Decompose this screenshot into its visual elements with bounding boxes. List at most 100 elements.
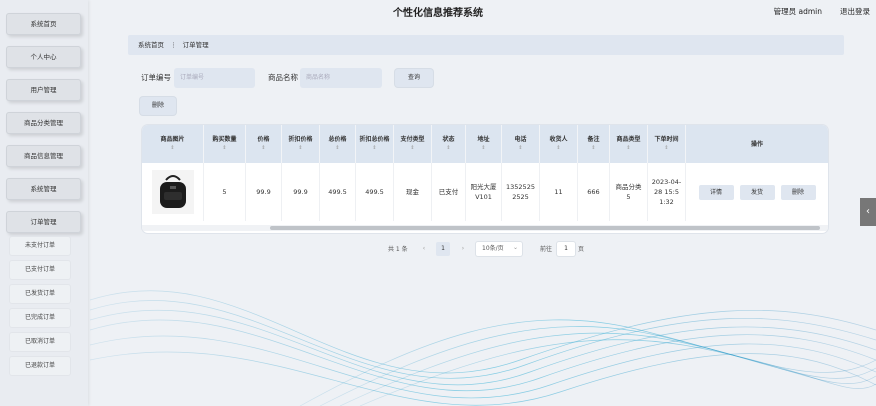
user-info: 管理员 admin: [773, 7, 822, 16]
cell-discount-price: 99.9: [282, 163, 320, 221]
sort-icon[interactable]: ⇕: [518, 144, 522, 153]
goto-label: 前往: [540, 246, 553, 253]
submenu-paid-orders[interactable]: 已支付订单: [10, 261, 70, 279]
chevron-down-icon: ⌄: [512, 244, 518, 251]
breadcrumb-home[interactable]: 系统首页: [138, 41, 164, 49]
col-header-receiver[interactable]: 收货人 ⇕: [540, 125, 578, 163]
col-header-total[interactable]: 总价格 ⇕: [320, 125, 356, 163]
cell-phone: 13525252525: [502, 163, 540, 221]
horizontal-scrollbar[interactable]: [142, 225, 828, 231]
sort-icon[interactable]: ⇕: [298, 144, 302, 153]
cell-receiver: 11: [540, 163, 578, 221]
col-label: 价格: [257, 136, 270, 143]
sort-icon[interactable]: ⇕: [446, 144, 450, 153]
page-1-button[interactable]: 1: [436, 242, 450, 256]
breadcrumb-current: 订单管理: [182, 41, 209, 49]
col-label: 操作: [750, 140, 763, 148]
sort-icon[interactable]: ⇕: [556, 144, 560, 153]
col-label: 状态: [442, 136, 455, 143]
submenu-cancelled-orders[interactable]: 已取消订单: [10, 333, 70, 351]
app-title: 个性化信息推荐系统: [393, 8, 483, 19]
product-name-input[interactable]: 商品名称: [300, 68, 382, 88]
main-content: 系统首页 ⋮ 订单管理 订单编号 订单编号 商品名称 商品名称 查询 删除 商品…: [88, 22, 876, 406]
col-label: 总价格: [328, 136, 347, 143]
col-label: 折扣价格: [288, 136, 313, 143]
sort-icon[interactable]: ⇕: [481, 144, 485, 153]
orders-table: 商品图片 ⇕ 购买数量 ⇕ 价格 ⇕ 折扣价格 ⇕ 总价格 ⇕ 折扣总价格 ⇕ 支付类型 ⇕ …: [142, 125, 828, 233]
col-label: 折扣总价格: [359, 136, 390, 143]
pagination-total: 共 1 条: [388, 246, 408, 253]
sort-icon[interactable]: ⇕: [410, 144, 414, 153]
col-header-discount-total[interactable]: 折扣总价格 ⇕: [356, 125, 394, 163]
sort-icon[interactable]: ⇕: [335, 144, 339, 153]
sort-icon[interactable]: ⇕: [261, 144, 265, 153]
chevron-left-icon: ‹: [866, 206, 870, 217]
product-image: [151, 170, 194, 214]
sort-icon[interactable]: ⇕: [626, 144, 630, 153]
col-header-address[interactable]: 地址 ⇕: [466, 125, 502, 163]
sidebar-item-personal-center[interactable]: 个人中心: [6, 46, 81, 68]
col-header-actions: 操作: [686, 125, 828, 163]
top-bar: 个性化信息推荐系统 管理员 admin 退出登录: [0, 0, 876, 22]
col-label: 备注: [587, 136, 600, 143]
col-label: 支付类型: [400, 136, 425, 143]
sidebar-item-order-management[interactable]: 订单管理: [6, 211, 81, 233]
col-label: 电话: [514, 136, 527, 143]
col-header-order-time[interactable]: 下单时间 ⇕: [648, 125, 686, 163]
cell-remark: 666: [578, 163, 610, 221]
col-header-discount-price[interactable]: 折扣价格 ⇕: [282, 125, 320, 163]
col-header-status[interactable]: 状态 ⇕: [432, 125, 466, 163]
col-header-payment-type[interactable]: 支付类型 ⇕: [394, 125, 432, 163]
next-page-button[interactable]: ›: [455, 242, 471, 256]
page-size-value: 10条/页: [482, 245, 504, 252]
collapse-panel-button[interactable]: ‹: [860, 198, 876, 226]
submenu-completed-orders[interactable]: 已完成订单: [10, 309, 70, 327]
sort-icon[interactable]: ⇕: [591, 144, 595, 153]
sort-icon[interactable]: ⇕: [372, 144, 376, 153]
delete-button[interactable]: 删除: [140, 97, 176, 115]
sidebar-item-user-management[interactable]: 用户管理: [6, 79, 81, 101]
col-label: 购买数量: [212, 136, 237, 143]
query-button[interactable]: 查询: [395, 69, 433, 87]
sidebar-item-product-management[interactable]: 商品信息管理: [6, 145, 81, 167]
cell-price: 99.9: [246, 163, 282, 221]
col-label: 商品图片: [160, 136, 185, 143]
sidebar-item-system-management[interactable]: 系统管理: [6, 178, 81, 200]
submenu-unpaid-orders[interactable]: 未支付订单: [10, 237, 70, 255]
row-delete-button[interactable]: 删除: [780, 184, 816, 200]
breadcrumb-separator: ⋮: [170, 41, 177, 49]
table-header: 商品图片 ⇕ 购买数量 ⇕ 价格 ⇕ 折扣价格 ⇕ 总价格 ⇕ 折扣总价格 ⇕ 支付类型 ⇕ …: [142, 125, 828, 163]
sort-icon[interactable]: ⇕: [170, 144, 174, 153]
col-label: 商品类型: [616, 136, 641, 143]
col-header-image[interactable]: 商品图片 ⇕: [142, 125, 204, 163]
ship-button[interactable]: 发货: [739, 184, 775, 200]
col-label: 下单时间: [654, 136, 679, 143]
detail-button[interactable]: 详情: [698, 184, 734, 200]
sidebar: 系统首页 个人中心 用户管理 商品分类管理 商品信息管理 系统管理 订单管理 未…: [0, 0, 88, 406]
prev-page-button[interactable]: ‹: [416, 242, 432, 256]
submenu-shipped-orders[interactable]: 已发货订单: [10, 285, 70, 303]
col-header-price[interactable]: 价格 ⇕: [246, 125, 282, 163]
sort-icon[interactable]: ⇕: [664, 144, 668, 153]
order-no-input[interactable]: 订单编号: [174, 68, 255, 88]
order-no-label: 订单编号: [141, 73, 171, 82]
cell-image: [142, 163, 204, 221]
cell-order-time: 2023-04-28 15:51:32: [648, 163, 686, 221]
cell-quantity: 5: [204, 163, 246, 221]
table-row: 5 99.9 99.9 499.5 499.5 现金 已支付 阳光大厦V101 …: [142, 163, 828, 221]
logout-link[interactable]: 退出登录: [840, 6, 870, 17]
breadcrumb: 系统首页 ⋮ 订单管理: [128, 35, 844, 55]
col-header-phone[interactable]: 电话 ⇕: [502, 125, 540, 163]
page-size-select[interactable]: 10条/页 ⌄: [476, 242, 522, 256]
submenu-refunded-orders[interactable]: 已退款订单: [10, 357, 70, 375]
cell-address: 阳光大厦V101: [466, 163, 502, 221]
col-header-remark[interactable]: 备注 ⇕: [578, 125, 610, 163]
sort-icon[interactable]: ⇕: [222, 144, 226, 153]
scrollbar-thumb[interactable]: [270, 226, 820, 230]
sidebar-item-category-management[interactable]: 商品分类管理: [6, 112, 81, 134]
col-header-product-type[interactable]: 商品类型 ⇕: [610, 125, 648, 163]
goto-page-input[interactable]: 1: [557, 242, 575, 256]
cell-status: 已支付: [432, 163, 466, 221]
product-name-label: 商品名称: [268, 73, 298, 82]
col-header-quantity[interactable]: 购买数量 ⇕: [204, 125, 246, 163]
